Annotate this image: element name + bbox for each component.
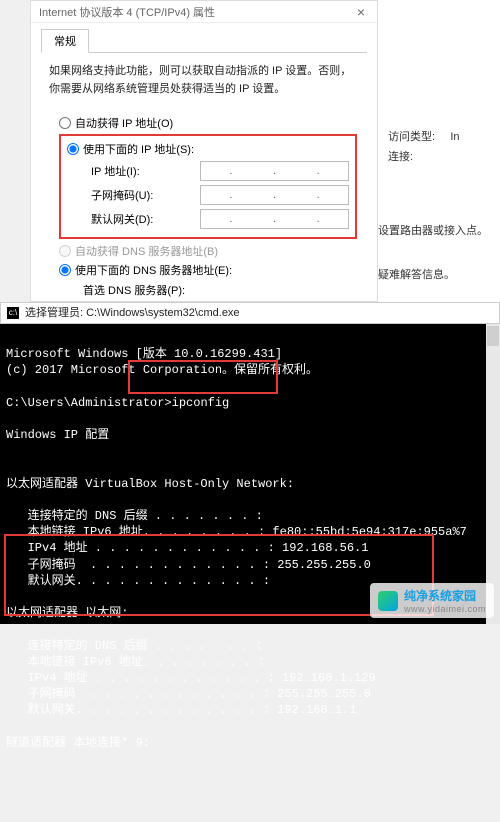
a1-ipv4: IPv4 地址 . . . . . . . . . . . . : 192.16… xyxy=(6,541,368,555)
access-type-value: In xyxy=(450,131,459,143)
close-icon[interactable]: × xyxy=(351,4,371,20)
a2-gateway: 默认网关. . . . . . . . . . . . . : 192.168.… xyxy=(6,703,356,717)
a1-gateway: 默认网关. . . . . . . . . . . . . : xyxy=(6,574,270,588)
dialog-title: Internet 协议版本 4 (TCP/IPv4) 属性 xyxy=(39,4,215,20)
adapter2-title: 以太网适配器 以太网: xyxy=(6,606,128,620)
a2-ipv6: 本地链接 IPv6 地址. . . . . . . . : xyxy=(6,655,265,669)
access-type-label: 访问类型: xyxy=(388,131,435,143)
radio-use-dns-label: 使用下面的 DNS 服务器地址(E): xyxy=(75,262,232,278)
gateway-input[interactable] xyxy=(200,209,349,229)
a1-ipv6: 本地链接 IPv6 地址. . . . . . . . : fe80::55bd… xyxy=(6,525,467,539)
router-hint: 设置路由器或接入点。 xyxy=(378,222,488,242)
a1-dns-suffix: 连接特定的 DNS 后缀 . . . . . . . : xyxy=(6,509,263,523)
radio-auto-dns: 自动获得 DNS 服务器地址(B) xyxy=(59,243,357,259)
radio-use-ip[interactable]: 使用下面的 IP 地址(S): xyxy=(67,141,349,157)
tab-panel-general: 如果网络支持此功能，则可以获取自动指派的 IP 设置。否则，你需要从网络系统管理… xyxy=(41,52,367,302)
dialog-titlebar: Internet 协议版本 4 (TCP/IPv4) 属性 × xyxy=(31,1,377,23)
radio-auto-ip-input[interactable] xyxy=(59,117,71,129)
radio-auto-dns-input xyxy=(59,245,71,257)
a2-mask: 子网掩码 . . . . . . . . . . . . : 255.255.2… xyxy=(6,687,371,701)
a2-dns-suffix: 连接特定的 DNS 后缀 . . . . . . . : xyxy=(6,639,263,653)
a2-ipv4: IPv4 地址 . . . . . . . . . . . . : 192.16… xyxy=(6,671,376,685)
radio-use-ip-label: 使用下面的 IP 地址(S): xyxy=(83,141,194,157)
tab-strip: 常规 xyxy=(31,23,377,53)
subnet-mask-input[interactable] xyxy=(200,185,349,205)
console-titlebar: c:\ 选择管理员: C:\Windows\system32\cmd.exe xyxy=(0,302,500,324)
connection-label: 连接: xyxy=(388,151,413,163)
radio-auto-dns-label: 自动获得 DNS 服务器地址(B) xyxy=(75,243,218,259)
ipconfig-header: Windows IP 配置 xyxy=(6,428,109,442)
watermark-url: www.yidaimei.com xyxy=(404,604,486,614)
radio-use-dns-input[interactable] xyxy=(59,264,71,276)
ipv4-properties-dialog: Internet 协议版本 4 (TCP/IPv4) 属性 × 常规 如果网络支… xyxy=(30,0,378,302)
watermark-logo-icon xyxy=(378,591,398,611)
radio-use-dns[interactable]: 使用下面的 DNS 服务器地址(E): xyxy=(59,262,357,278)
ip-description: 如果网络支持此功能，则可以获取自动指派的 IP 设置。否则，你需要从网络系统管理… xyxy=(49,63,359,98)
pref-dns-label: 首选 DNS 服务器(P): xyxy=(83,282,193,298)
a1-mask: 子网掩码 . . . . . . . . . . . . : 255.255.2… xyxy=(6,558,371,572)
cmd-icon: c:\ xyxy=(7,307,19,319)
version-line: Microsoft Windows [版本 10.0.16299.431] xyxy=(6,347,282,361)
manual-ip-group: 使用下面的 IP 地址(S): IP 地址(I): 子网掩码(U): 默认网关(… xyxy=(59,134,357,239)
watermark-name: 纯净系统家园 xyxy=(404,589,476,603)
tab-general[interactable]: 常规 xyxy=(41,29,89,53)
prompt: C:\Users\Administrator> xyxy=(6,396,172,410)
radio-use-ip-input[interactable] xyxy=(67,143,79,155)
ip-address-input[interactable] xyxy=(200,161,349,181)
copyright-line: (c) 2017 Microsoft Corporation。保留所有权利。 xyxy=(6,363,318,377)
ip-address-label: IP 地址(I): xyxy=(91,163,200,179)
subnet-mask-label: 子网掩码(U): xyxy=(91,187,200,203)
console-title-text: 选择管理员: C:\Windows\system32\cmd.exe xyxy=(25,306,240,321)
troubleshoot-hint: 疑难解答信息。 xyxy=(378,266,455,286)
adapter1-title: 以太网适配器 VirtualBox Host-Only Network: xyxy=(6,477,294,491)
console-output[interactable]: Microsoft Windows [版本 10.0.16299.431] (c… xyxy=(0,324,500,822)
cmd-console: c:\ 选择管理员: C:\Windows\system32\cmd.exe M… xyxy=(0,302,500,624)
watermark-stamp: 纯净系统家园 www.yidaimei.com xyxy=(370,583,494,618)
tunnel-adapter: 隧道适配器 本地连接* 9: xyxy=(6,736,150,750)
network-status-pane: 访问类型: In 连接: 设置路由器或接入点。 疑难解答信息。 xyxy=(378,0,500,302)
typed-command: ipconfig xyxy=(172,396,230,410)
gateway-label: 默认网关(D): xyxy=(91,211,200,227)
radio-auto-ip-label: 自动获得 IP 地址(O) xyxy=(75,115,173,131)
radio-auto-ip[interactable]: 自动获得 IP 地址(O) xyxy=(59,115,357,131)
